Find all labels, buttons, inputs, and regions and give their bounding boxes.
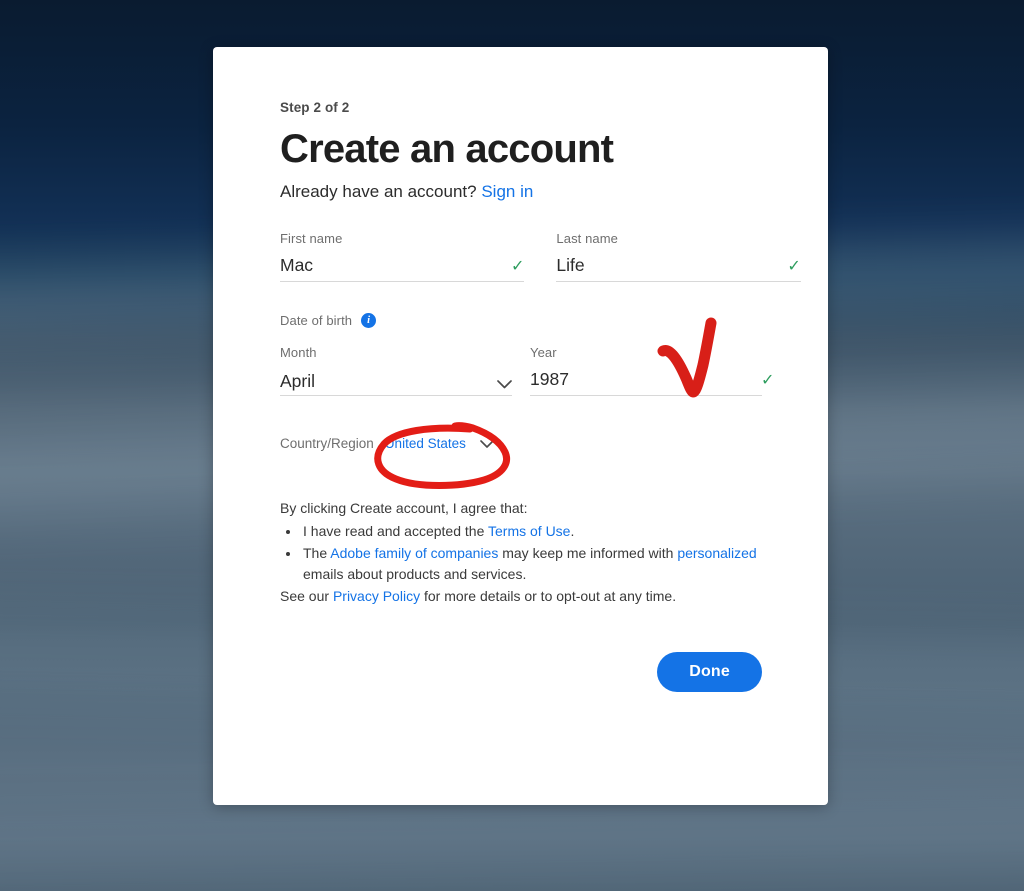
- terms-of-use-link[interactable]: Terms of Use: [488, 523, 570, 539]
- date-of-birth-label: Date of birth: [280, 313, 353, 329]
- dob-spacer: [512, 345, 530, 396]
- chevron-down-icon[interactable]: [480, 436, 494, 451]
- legal-bullet-terms: I have read and accepted the Terms of Us…: [301, 521, 762, 543]
- birth-year-valid-check-icon: ✓: [761, 372, 775, 390]
- signin-prompt-text: Already have an account?: [280, 182, 477, 202]
- country-region-label: Country/Region: [280, 436, 374, 452]
- birth-year-control[interactable]: ✓: [530, 365, 774, 397]
- create-account-dialog: Step 2 of 2 Create an account Already ha…: [213, 47, 828, 805]
- signin-prompt-row: Already have an account? Sign in: [280, 182, 762, 202]
- dialog-footer: Done: [280, 651, 762, 692]
- birth-year-label: Year: [530, 345, 557, 361]
- legal-bullet-marketing-mid: may keep me informed with: [498, 544, 678, 561]
- legal-agreement-text: By clicking Create account, I agree that…: [280, 498, 762, 607]
- country-region-value: United States: [384, 436, 466, 452]
- legal-bullet-terms-pre: I have read and accepted the: [303, 523, 488, 540]
- birth-month-value: April: [280, 370, 316, 391]
- date-of-birth-header: Date of birth i: [280, 313, 762, 329]
- birth-month-field: Month April: [280, 345, 512, 397]
- country-region-row: Country/Region United States: [280, 436, 762, 451]
- adobe-family-link[interactable]: Adobe family of companies: [330, 545, 498, 561]
- name-fields-row: First name ✓ Last name ✓: [280, 231, 801, 283]
- privacy-policy-link[interactable]: Privacy Policy: [333, 588, 420, 604]
- legal-privacy-post: for more details or to opt-out at any ti…: [420, 588, 677, 605]
- legal-privacy-line: See our Privacy Policy for more details …: [280, 586, 762, 608]
- first-name-label: First name: [280, 231, 343, 247]
- birth-month-control[interactable]: April: [280, 365, 512, 397]
- personalized-link[interactable]: personalized: [677, 545, 756, 561]
- sign-in-link[interactable]: Sign in: [481, 182, 533, 201]
- legal-privacy-pre: See our: [280, 588, 333, 605]
- last-name-control[interactable]: ✓: [556, 251, 801, 283]
- birth-year-field: Year ✓: [530, 345, 774, 397]
- legal-bullet-marketing: The Adobe family of companies may keep m…: [301, 543, 762, 586]
- last-name-label: Last name: [556, 231, 619, 247]
- date-of-birth-row: Month April Year ✓: [280, 345, 774, 397]
- legal-bullet-marketing-pre: The: [303, 544, 331, 561]
- birth-month-label: Month: [280, 345, 317, 361]
- page-title: Create an account: [280, 127, 614, 171]
- legal-intro: By clicking Create account, I agree that…: [280, 500, 528, 517]
- first-name-valid-check-icon: ✓: [511, 258, 525, 276]
- country-region-select[interactable]: United States: [385, 436, 494, 451]
- first-name-control[interactable]: ✓: [280, 251, 525, 283]
- birth-year-input[interactable]: [530, 369, 755, 396]
- legal-bullet-terms-post: .: [570, 523, 575, 540]
- done-button[interactable]: Done: [657, 651, 762, 692]
- last-name-field: Last name ✓: [556, 231, 801, 283]
- step-indicator: Step 2 of 2: [280, 100, 350, 115]
- chevron-down-icon[interactable]: [497, 380, 512, 395]
- last-name-input[interactable]: [556, 255, 782, 282]
- first-name-field: First name ✓: [280, 231, 525, 283]
- first-name-input[interactable]: [280, 255, 505, 282]
- info-icon[interactable]: i: [361, 313, 377, 329]
- legal-bullet-marketing-post: emails about products and services.: [303, 566, 527, 583]
- last-name-valid-check-icon: ✓: [787, 258, 801, 276]
- legal-bullet-list: I have read and accepted the Terms of Us…: [280, 521, 762, 586]
